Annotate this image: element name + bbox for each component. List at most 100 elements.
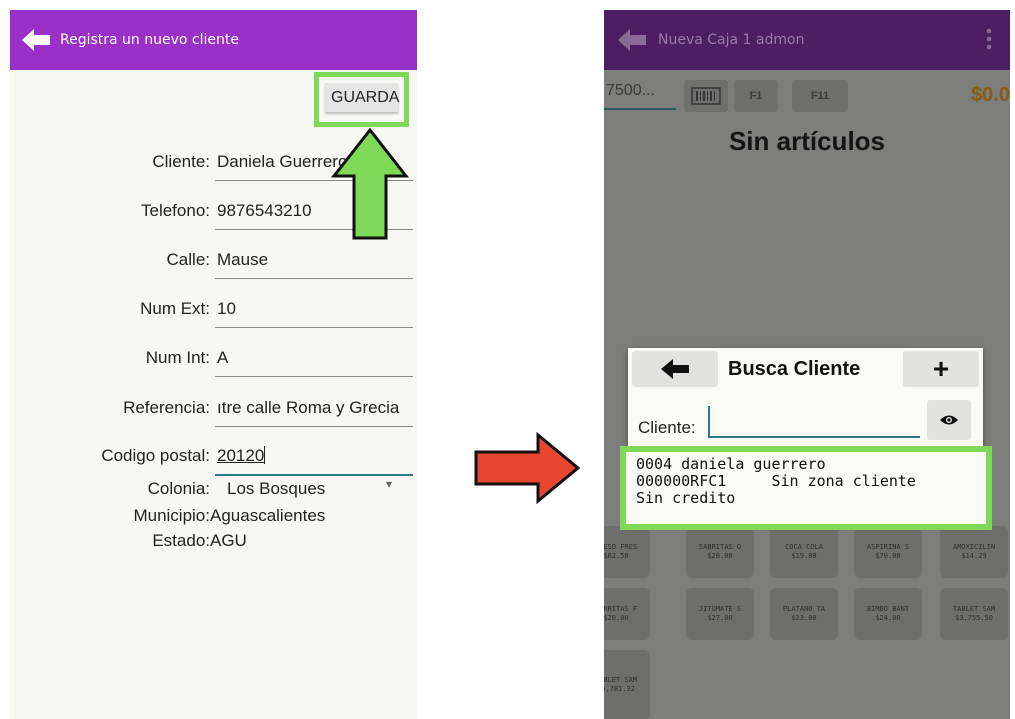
barcode-icon xyxy=(691,87,721,105)
eye-icon xyxy=(940,415,958,425)
field-row-num-int: Num Int: A xyxy=(10,340,417,380)
add-client-button[interactable]: + xyxy=(903,351,979,387)
street-input[interactable]: Mause xyxy=(217,250,413,270)
save-button[interactable]: GUARDA xyxy=(325,83,399,112)
colonia-select[interactable]: Los Bosques xyxy=(227,479,325,499)
more-menu-icon[interactable] xyxy=(986,28,992,50)
field-label: Cliente: xyxy=(152,152,210,171)
product-tile[interactable]: TABLET SAM$5,781.32 xyxy=(604,650,650,719)
app-bar: Nueva Caja 1 admon xyxy=(604,10,1010,70)
red-right-arrow-icon xyxy=(474,432,581,504)
colonia-label: Colonia: xyxy=(147,479,210,498)
result-line: 000000RFC1 Sin zona cliente xyxy=(636,472,916,490)
product-tile[interactable]: COCA COLA $19.00 xyxy=(770,526,838,578)
postal-code-value: 20120 xyxy=(217,446,265,465)
result-line: Sin credito xyxy=(636,489,736,507)
f11-button[interactable]: F11 xyxy=(792,80,848,112)
product-name: TABLET SAM xyxy=(604,676,638,684)
ext-number-input[interactable]: 10 xyxy=(217,299,413,319)
product-tile[interactable]: SABRITAS O $20.00 xyxy=(686,526,754,578)
search-result-highlight: 0004 daniela guerrero 000000RFC1 Sin zona… xyxy=(620,446,992,530)
field-underline xyxy=(215,376,413,377)
field-row-calle: Calle: Mause xyxy=(10,242,417,282)
product-name: BARRITAS F xyxy=(604,605,638,613)
f1-button[interactable]: F1 xyxy=(734,80,778,112)
product-price: $5,781.32 xyxy=(604,685,635,693)
product-name: COCA COLA xyxy=(785,543,823,551)
client-search-label: Cliente: xyxy=(638,418,696,437)
dialog-header: Busca Cliente + xyxy=(628,348,983,390)
product-price: $3,755.50 xyxy=(955,614,993,622)
app-title: Registra un nuevo cliente xyxy=(60,32,239,48)
product-price: $20.00 xyxy=(707,552,733,560)
product-name: PLATANO TA xyxy=(782,605,826,613)
product-name: ASPIRINA S xyxy=(866,543,910,551)
empty-cart-title: Sin artículos xyxy=(728,126,886,156)
product-name: JITOMATE S xyxy=(698,605,742,613)
back-arrow-icon[interactable] xyxy=(22,28,52,52)
product-name: BIMBO BANT xyxy=(866,605,910,613)
field-row-codigo-postal: Codigo postal: 20120 xyxy=(10,438,417,478)
field-label: Codigo postal: xyxy=(101,446,210,465)
int-number-input[interactable]: A xyxy=(217,348,413,368)
view-client-button[interactable] xyxy=(927,400,971,440)
product-tile[interactable]: BARRITAS F$20.00 xyxy=(604,588,650,640)
dialog-title: Busca Cliente xyxy=(728,358,861,380)
product-tile[interactable]: PLATANO TA $23.00 xyxy=(770,588,838,640)
result-line: 0004 daniela guerrero xyxy=(636,455,826,473)
product-name: SABRITAS O xyxy=(698,543,742,551)
field-row-referencia: Referencia: ıtre calle Roma y Grecia xyxy=(10,390,417,430)
product-price: $27.00 xyxy=(707,614,733,622)
field-row-num-ext: Num Ext: 10 xyxy=(10,291,417,331)
back-arrow-icon xyxy=(661,359,689,379)
product-price: $70.00 xyxy=(875,552,901,560)
total-amount: $0.0 xyxy=(971,84,1010,106)
product-tile[interactable]: JITOMATE S $27.00 xyxy=(686,588,754,640)
field-underline xyxy=(215,426,413,427)
client-search-input[interactable] xyxy=(708,406,920,438)
search-client-dialog: Busca Cliente + Cliente: 0004 daniela gu… xyxy=(620,348,992,530)
quantity-input[interactable]: 7500... xyxy=(604,82,676,110)
estado-label: Estado: xyxy=(152,531,210,550)
green-up-arrow-icon xyxy=(330,127,410,240)
field-underline-active xyxy=(215,474,413,476)
app-title: Nueva Caja 1 admon xyxy=(658,32,805,48)
product-tile[interactable]: QUESO FRES$62.50 xyxy=(604,526,650,578)
product-tile[interactable]: TABLET SAM $3,755.50 xyxy=(940,588,1008,640)
field-underline xyxy=(215,327,413,328)
field-label: Referencia: xyxy=(123,398,210,417)
field-label: Calle: xyxy=(166,250,210,269)
product-price: $14.29 xyxy=(961,552,987,560)
app-bar: Registra un nuevo cliente xyxy=(10,10,417,70)
product-price: $24.00 xyxy=(875,614,901,622)
new-client-screen: Registra un nuevo cliente GUARDA Cliente… xyxy=(10,10,417,719)
field-underline xyxy=(215,278,413,279)
product-tile[interactable]: ASPIRINA S $70.00 xyxy=(854,526,922,578)
estado-value: AGU xyxy=(210,531,247,550)
field-label: Num Int: xyxy=(145,348,210,367)
dialog-back-button[interactable] xyxy=(632,351,718,387)
product-name: QUESO FRES xyxy=(604,543,638,551)
product-name: AMOXICILIN xyxy=(952,543,996,551)
save-highlight-frame: GUARDA xyxy=(314,72,409,127)
postal-code-input[interactable]: 20120 xyxy=(217,446,413,466)
product-price: $20.00 xyxy=(604,614,629,622)
pos-screen: Nueva Caja 1 admon 7500... F1 F11 $0.0 S… xyxy=(604,10,1010,719)
client-result-item[interactable]: 0004 daniela guerrero 000000RFC1 Sin zona… xyxy=(636,456,916,507)
product-price: $62.50 xyxy=(604,552,629,560)
product-price: $23.00 xyxy=(791,614,817,622)
product-tile[interactable]: BIMBO BANT $24.00 xyxy=(854,588,922,640)
barcode-button[interactable] xyxy=(684,80,728,112)
field-label: Num Ext: xyxy=(140,299,210,318)
pos-toolbar: 7500... F1 F11 $0.0 xyxy=(604,78,1010,118)
dropdown-icon[interactable]: ▾ xyxy=(386,477,392,491)
municipio-value: Aguascalientes xyxy=(210,506,326,525)
back-arrow-icon[interactable] xyxy=(618,28,648,52)
field-label: Telefono: xyxy=(141,201,210,220)
product-name: TABLET SAM xyxy=(952,605,996,613)
product-tile[interactable]: AMOXICILIN $14.29 xyxy=(940,526,1008,578)
text-caret xyxy=(264,446,266,464)
reference-input[interactable]: ıtre calle Roma y Grecia xyxy=(217,398,413,418)
product-price: $19.00 xyxy=(791,552,817,560)
municipio-label: Municipio: xyxy=(133,506,210,525)
